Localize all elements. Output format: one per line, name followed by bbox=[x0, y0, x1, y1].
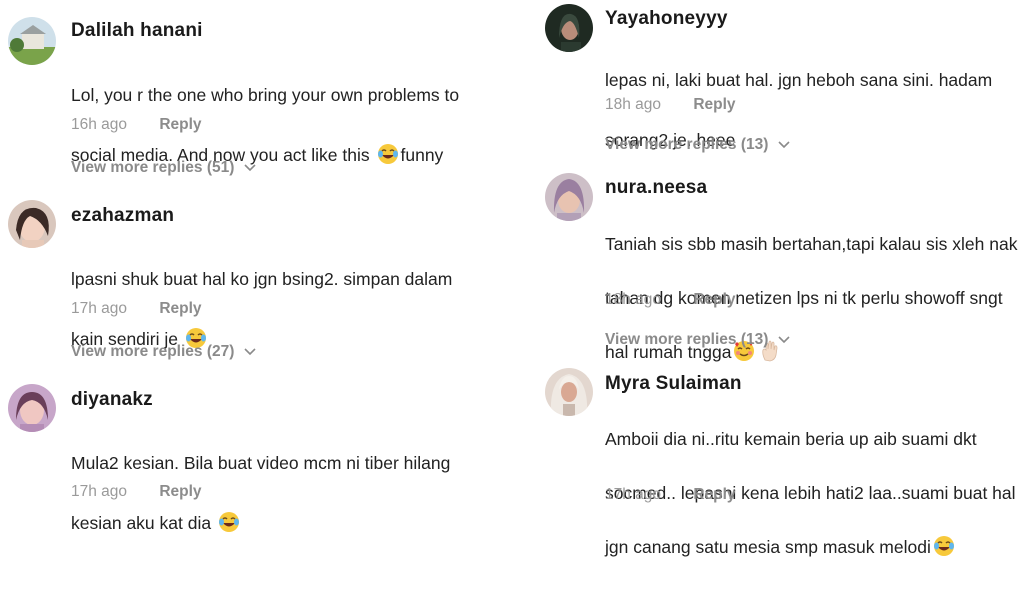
avatar[interactable] bbox=[8, 384, 56, 432]
comment-text-line: Amboii dia ni..ritu kemain beria up aib … bbox=[605, 429, 977, 449]
avatar[interactable] bbox=[545, 4, 593, 52]
reply-button[interactable]: Reply bbox=[693, 291, 735, 309]
username[interactable]: ezahazman bbox=[71, 205, 174, 227]
view-more-replies-label: View more replies (13) bbox=[605, 136, 769, 154]
comment-meta: 18h ago Reply bbox=[605, 291, 736, 309]
comment-text-segment: funny bbox=[400, 145, 444, 165]
chevron-down-icon bbox=[244, 159, 256, 177]
timestamp: 18h ago bbox=[605, 96, 662, 113]
comment-text-line: lpasni shuk buat hal ko jgn bsing2. simp… bbox=[71, 269, 453, 289]
view-more-replies-label: View more replies (13) bbox=[605, 331, 769, 349]
comment-text-line: lepas ni, laki buat hal. jgn heboh sana … bbox=[605, 70, 993, 90]
timestamp: 17h ago bbox=[71, 300, 128, 317]
comment-meta: 16h ago Reply bbox=[71, 116, 202, 134]
comment-meta: 18h ago Reply bbox=[605, 96, 736, 114]
avatar[interactable] bbox=[8, 17, 56, 65]
avatar[interactable] bbox=[545, 173, 593, 221]
comment-meta: 17h ago Reply bbox=[605, 486, 736, 504]
chevron-down-icon bbox=[778, 136, 790, 154]
face-with-tears-of-joy-icon bbox=[933, 535, 955, 565]
avatar[interactable] bbox=[8, 200, 56, 248]
comment-text-line: Lol, you r the one who bring your own pr… bbox=[71, 85, 460, 105]
comment-text-segment: jgn canang satu mesia smp masuk melodi bbox=[605, 537, 931, 557]
username[interactable]: Myra Sulaiman bbox=[605, 373, 742, 395]
view-more-replies-label: View more replies (27) bbox=[71, 343, 235, 361]
chevron-down-icon bbox=[778, 331, 790, 349]
reply-button[interactable]: Reply bbox=[693, 96, 735, 114]
comment-text-segment: kesian aku kat dia bbox=[71, 513, 216, 533]
reply-button[interactable]: Reply bbox=[159, 300, 201, 318]
view-more-replies-button[interactable]: View more replies (13) bbox=[605, 136, 790, 154]
avatar[interactable] bbox=[545, 368, 593, 416]
username[interactable]: nura.neesa bbox=[605, 177, 707, 199]
username[interactable]: Dalilah hanani bbox=[71, 20, 203, 42]
reply-button[interactable]: Reply bbox=[693, 486, 735, 504]
comment-text-line: Taniah sis sbb masih bertahan,tapi kalau… bbox=[605, 234, 1018, 254]
username[interactable]: diyanakz bbox=[71, 389, 153, 411]
timestamp: 18h ago bbox=[605, 291, 662, 308]
comment-text-line: jgn canang satu mesia smp masuk melodi bbox=[605, 534, 1024, 565]
view-more-replies-button[interactable]: View more replies (27) bbox=[71, 343, 256, 361]
face-with-tears-of-joy-icon bbox=[218, 511, 240, 542]
comment-text-line: Mula2 kesian. Bila buat video mcm ni tib… bbox=[71, 453, 451, 473]
comment-text-line: kesian aku kat dia bbox=[71, 508, 531, 542]
reply-button[interactable]: Reply bbox=[159, 116, 201, 134]
comment-meta: 17h ago Reply bbox=[71, 300, 202, 318]
timestamp: 17h ago bbox=[605, 486, 662, 503]
chevron-down-icon bbox=[244, 343, 256, 361]
timestamp: 16h ago bbox=[71, 116, 128, 133]
view-more-replies-label: View more replies (51) bbox=[71, 159, 235, 177]
comment-meta: 17h ago Reply bbox=[71, 483, 202, 501]
face-with-tears-of-joy-icon bbox=[377, 143, 399, 174]
reply-button[interactable]: Reply bbox=[159, 483, 201, 501]
timestamp: 17h ago bbox=[71, 483, 128, 500]
username[interactable]: Yayahoneyyy bbox=[605, 8, 728, 30]
view-more-replies-button[interactable]: View more replies (13) bbox=[605, 331, 790, 349]
view-more-replies-button[interactable]: View more replies (51) bbox=[71, 159, 256, 177]
